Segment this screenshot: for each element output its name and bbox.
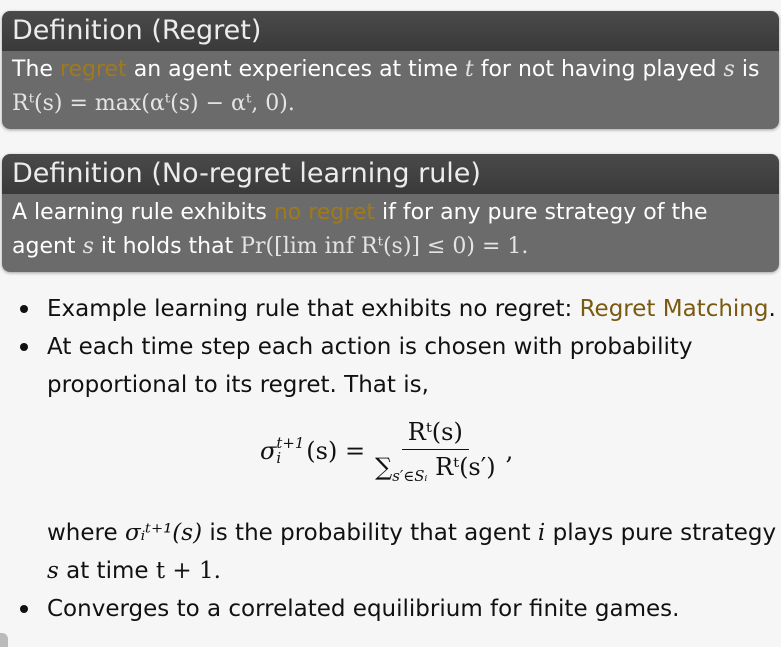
- page-corner-marker: [0, 633, 8, 647]
- definition-no-regret-title: Definition (No-regret learning rule): [2, 154, 779, 194]
- definition-regret-line1: The regret an agent experiences at time …: [12, 57, 760, 82]
- var-s: s: [723, 57, 735, 82]
- definition-no-regret-body: A learning rule exhibits no regret if fo…: [2, 194, 779, 272]
- equation-denominator: ∑s′∈Sᵢ Rᵗ(s′): [375, 453, 496, 485]
- regret-matching-link[interactable]: Regret Matching: [580, 296, 769, 322]
- var-i: i: [537, 520, 546, 546]
- definition-no-regret-line1: A learning rule exhibits no regret if fo…: [12, 200, 708, 225]
- bullet-dot-icon: [20, 305, 28, 313]
- where-line: where σᵢᵗ⁺¹(s) is the probability that a…: [47, 520, 777, 546]
- definition-no-regret-block: Definition (No-regret learning rule) A l…: [2, 154, 779, 272]
- definition-regret-body: The regret an agent experiences at time …: [2, 51, 779, 129]
- definition-regret-block: Definition (Regret) The regret an agent …: [2, 11, 779, 129]
- regret-matching-equation: σ t+1 i (s) = Rᵗ(s) ∑s′∈Sᵢ Rᵗ(s′) ,: [260, 418, 514, 485]
- list-item: Example learning rule that exhibits no r…: [20, 290, 776, 328]
- var-t: t: [464, 57, 474, 82]
- definition-regret-title: Definition (Regret): [2, 11, 779, 51]
- highlight-no-regret: no regret: [273, 200, 375, 225]
- time-line: s at time t + 1.: [47, 558, 221, 584]
- regret-formula: Rᵗ(s) = max(αᵗ(s) − αᵗ, 0).: [12, 91, 295, 116]
- equation-numerator: Rᵗ(s): [401, 418, 469, 450]
- equation-fraction: Rᵗ(s) ∑s′∈Sᵢ Rᵗ(s′): [369, 418, 501, 485]
- var-s: s: [82, 234, 94, 259]
- list-item: Converges to a correlated equilibrium fo…: [20, 590, 770, 628]
- bullet-dot-icon: [20, 343, 28, 351]
- sigma-symbol: σᵢᵗ⁺¹(s): [124, 520, 203, 546]
- no-regret-formula: Pr([lim inf Rᵗ(s)] ≤ 0) = 1.: [240, 234, 529, 259]
- bullet-dot-icon: [20, 605, 28, 613]
- highlight-regret: regret: [59, 57, 127, 82]
- definition-no-regret-line2: agent s it holds that Pr([lim inf Rᵗ(s)]…: [12, 234, 529, 259]
